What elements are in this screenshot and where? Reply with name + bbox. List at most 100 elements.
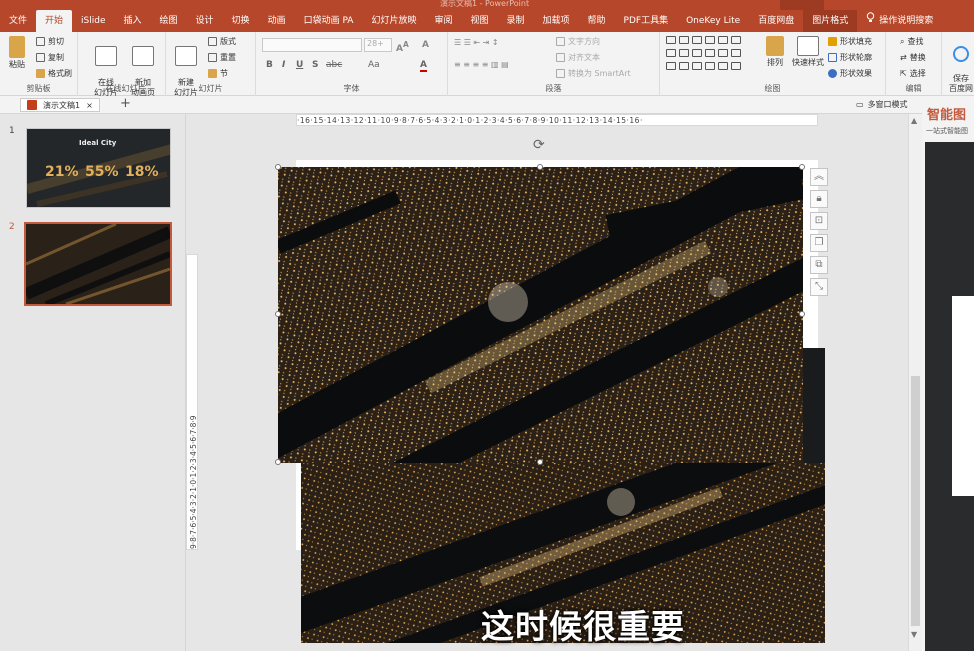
align-buttons[interactable]: ≡ ≡ ≡ ≡ ▥ ▤	[454, 60, 509, 69]
lock-icon[interactable]: 🔒︎	[810, 190, 828, 208]
resize-handle-sw[interactable]	[275, 459, 281, 465]
scroll-down-icon[interactable]: ▼	[911, 630, 917, 639]
baidu-cloud-icon	[953, 46, 969, 62]
multiwindow-button[interactable]: ▭ 多窗口模式	[856, 99, 908, 110]
layout-button[interactable]: 版式	[208, 36, 236, 47]
tab-onekey[interactable]: OneKey Lite	[677, 10, 749, 32]
save-baidu-button[interactable]: 保存 百度网	[948, 36, 974, 94]
tab-pdf-tools[interactable]: PDF工具集	[615, 10, 678, 32]
resize-handle-nw[interactable]	[275, 164, 281, 170]
stat-1: 21%	[45, 164, 79, 180]
text-direction-icon	[556, 37, 565, 46]
crop-icon[interactable]: ⊡	[810, 212, 828, 230]
find-button[interactable]: ⌕ 查找	[900, 36, 923, 47]
vertical-scrollbar[interactable]: ▲ ▼	[908, 114, 922, 651]
text-direction-button[interactable]: 文字方向	[556, 36, 600, 47]
quick-styles-button[interactable]: 快速样式	[790, 36, 826, 68]
slide-thumbnail-2[interactable]	[24, 222, 172, 306]
context-tab-group	[780, 0, 824, 10]
select-label: 选择	[909, 69, 926, 78]
group-label-online: 在线幻灯片	[105, 84, 146, 93]
tab-picture-format[interactable]: 图片格式	[803, 10, 858, 32]
slide-thumbnail-1[interactable]: Ideal City 21% 55% 18%	[26, 128, 171, 208]
city-image-selected[interactable]	[278, 167, 803, 463]
shadow-button[interactable]: S	[312, 60, 318, 70]
italic-button[interactable]: I	[282, 60, 285, 70]
resize-handle-n[interactable]	[537, 164, 543, 170]
strikethrough-button[interactable]: abc	[326, 60, 342, 70]
tab-file[interactable]: 文件	[0, 10, 36, 32]
shapes-gallery[interactable]	[666, 36, 748, 76]
animation-page-icon	[132, 46, 154, 66]
rotate-handle-icon[interactable]: ⟳	[533, 137, 545, 153]
group-font: 28+ AA A B I U S abc Aa A 字体	[256, 32, 448, 96]
group-paragraph: ☰ ☰ ⇤ ⇥ ↕ ≡ ≡ ≡ ≡ ▥ ▤ 文字方向 对齐文本 转换为 Smar…	[448, 32, 660, 96]
cut-button[interactable]: 剪切	[36, 36, 64, 47]
align-text-button[interactable]: 对齐文本	[556, 52, 600, 63]
tab-transitions[interactable]: 切换	[223, 10, 259, 32]
layout-icon	[208, 37, 217, 46]
pane-preview-card[interactable]	[952, 296, 974, 496]
group-editing: ⌕ 查找 ⇄ 替换 ⇱ 选择 编辑	[886, 32, 942, 96]
collapse-icon[interactable]: ︽	[810, 168, 828, 186]
grow-font-button[interactable]: AA	[396, 40, 409, 54]
group-label-drawing: 绘图	[764, 84, 781, 93]
arrange-button[interactable]: 排列	[762, 36, 788, 68]
close-icon[interactable]: ×	[86, 101, 93, 110]
tab-pocket-animation[interactable]: 口袋动画 PA	[295, 10, 363, 32]
tab-insert[interactable]: 插入	[115, 10, 151, 32]
copy-button[interactable]: 复制	[36, 52, 64, 63]
shape-fill-button[interactable]: 形状填充	[828, 36, 872, 47]
shape-effects-button[interactable]: 形状效果	[828, 68, 872, 79]
resize-icon[interactable]: ⤡	[810, 278, 828, 296]
change-case-button[interactable]: Aa	[368, 60, 380, 70]
smartart-button[interactable]: 转换为 SmartArt	[556, 68, 631, 79]
search-box[interactable]: 操作说明搜索	[857, 10, 942, 32]
font-size-combo[interactable]: 28+	[364, 38, 392, 52]
duplicate-icon[interactable]: ⧉	[810, 256, 828, 274]
islide-side-toolbar: ︽ 🔒︎ ⊡ ❐ ⧉ ⤡	[810, 168, 830, 296]
section-button[interactable]: 节	[208, 68, 228, 79]
font-name-combo[interactable]	[262, 38, 362, 52]
clipboard-icon	[9, 36, 25, 58]
cut-label: 剪切	[48, 37, 64, 46]
shape-outline-button[interactable]: 形状轮廓	[828, 52, 872, 63]
replace-button[interactable]: ⇄ 替换	[900, 52, 926, 63]
tab-record[interactable]: 录制	[498, 10, 534, 32]
scroll-up-icon[interactable]: ▲	[911, 116, 917, 125]
tab-design[interactable]: 设计	[187, 10, 223, 32]
underline-button[interactable]: U	[296, 60, 303, 70]
smart-diagram-pane: 智能图 一站式智能图	[922, 96, 974, 651]
clear-format-button[interactable]: A	[422, 40, 429, 50]
bullets-button[interactable]: ☰ ☰ ⇤ ⇥ ↕	[454, 38, 499, 47]
document-tab[interactable]: 演示文稿1 ×	[20, 98, 100, 112]
reset-label: 重置	[220, 53, 236, 62]
tab-review[interactable]: 审阅	[425, 10, 461, 32]
tab-animations[interactable]: 动画	[259, 10, 295, 32]
font-color-button[interactable]: A	[420, 60, 427, 72]
scrollbar-thumb[interactable]	[911, 376, 920, 626]
select-button[interactable]: ⇱ 选择	[900, 68, 926, 79]
group-clipboard: 粘贴 剪切 复制 格式刷 剪贴板	[0, 32, 78, 96]
resize-handle-ne[interactable]	[799, 164, 805, 170]
tab-baidu[interactable]: 百度网盘	[749, 10, 803, 32]
resize-handle-e[interactable]	[799, 311, 805, 317]
tab-islide[interactable]: iSlide	[72, 10, 114, 32]
format-painter-button[interactable]: 格式刷	[36, 68, 72, 79]
tab-help[interactable]: 帮助	[579, 10, 615, 32]
tab-view[interactable]: 视图	[461, 10, 497, 32]
tab-draw[interactable]: 绘图	[151, 10, 187, 32]
effects-icon	[828, 69, 837, 78]
layers-icon[interactable]: ❐	[810, 234, 828, 252]
resize-handle-s[interactable]	[537, 459, 543, 465]
tab-addins[interactable]: 加载项	[534, 10, 579, 32]
resize-handle-w[interactable]	[275, 311, 281, 317]
reset-button[interactable]: 重置	[208, 52, 236, 63]
new-tab-button[interactable]: +	[120, 96, 131, 111]
paste-button[interactable]: 粘贴	[4, 36, 30, 70]
group-label-font: 字体	[343, 84, 360, 93]
group-label-editing: 编辑	[905, 84, 922, 93]
tab-home[interactable]: 开始	[36, 10, 73, 32]
tab-slideshow[interactable]: 幻灯片放映	[362, 10, 425, 32]
bold-button[interactable]: B	[266, 60, 273, 70]
